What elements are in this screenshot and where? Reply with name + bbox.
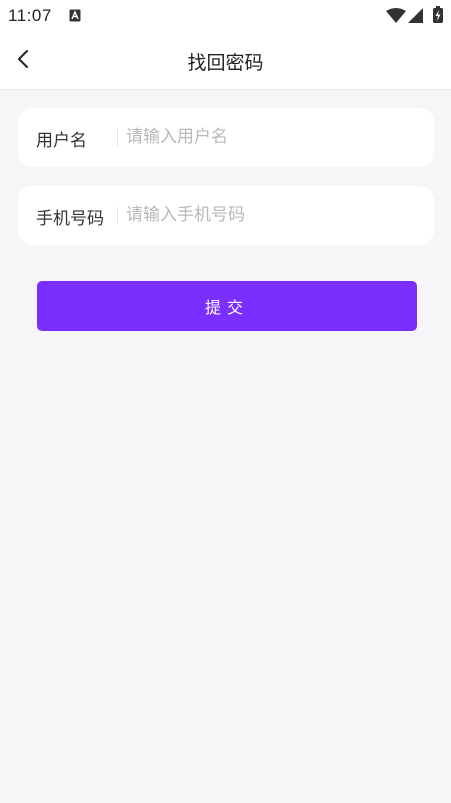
status-bar: 11:07 [0, 0, 451, 32]
status-time: 11:07 [8, 6, 52, 25]
phone-input[interactable] [126, 200, 416, 230]
page-title: 找回密码 [187, 52, 264, 74]
username-field-card: 用户名 [18, 108, 434, 167]
a-icon [69, 9, 81, 22]
wifi-icon [386, 8, 406, 23]
phone-label: 手机号码 [36, 209, 104, 229]
phone-field-card: 手机号码 [18, 186, 434, 245]
username-label: 用户名 [36, 131, 87, 151]
username-input[interactable] [126, 122, 416, 152]
field-divider [117, 129, 118, 146]
field-divider [117, 207, 118, 224]
submit-button[interactable]: 提交 [37, 281, 417, 331]
battery-charging-icon [433, 6, 443, 23]
signal-icon [408, 8, 423, 23]
nav-bar: 找回密码 [0, 32, 451, 90]
